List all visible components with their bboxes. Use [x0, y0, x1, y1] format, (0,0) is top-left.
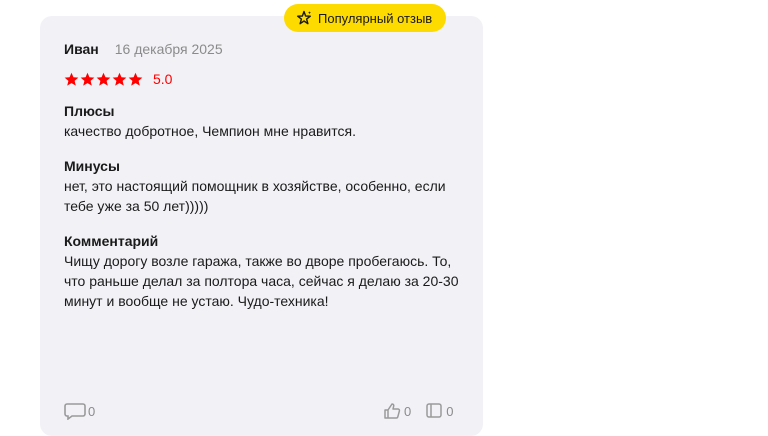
- cons-text-line: тебе уже за 50 лет))))): [64, 198, 209, 214]
- thumbs-down-icon: [426, 403, 442, 418]
- review-votes: 0 0: [383, 402, 453, 420]
- comment-heading: Комментарий: [64, 233, 159, 249]
- star-icon: [112, 72, 127, 86]
- likes-count: 0: [404, 403, 412, 419]
- rating-stars: 5.0: [64, 71, 172, 87]
- cons-text-line: нет, это настоящий помощник в хозяйстве,…: [64, 178, 446, 194]
- review-date: 16 декабря 2025: [114, 41, 223, 57]
- thumbs-up-icon: [384, 403, 401, 419]
- star-icon: [128, 72, 143, 86]
- like-button[interactable]: 0: [383, 402, 411, 420]
- comment-bubble-icon: [64, 403, 86, 420]
- popular-review-badge: Популярный отзыв: [284, 4, 447, 32]
- dislikes-count: 0: [446, 403, 454, 419]
- comment-text-line: минут и вообще не устаю. Чудо-техника!: [64, 293, 329, 309]
- comment-text-line: Чищу дорогу возле гаража, также во дворе…: [64, 253, 452, 269]
- comment-section: Комментарий Чищу дорогу возле гаража, та…: [64, 231, 464, 311]
- cons-heading: Минусы: [64, 158, 120, 174]
- dislike-button[interactable]: 0: [425, 402, 453, 420]
- review-meta: Иван 16 декабря 2025: [64, 41, 223, 57]
- comments-count: 0: [88, 403, 96, 419]
- rating-value: 5.0: [153, 71, 173, 87]
- star-icon: [80, 72, 95, 86]
- badge-label: Популярный отзыв: [318, 10, 433, 26]
- pros-text: качество добротное, Чемпион мне нравится…: [64, 123, 356, 139]
- pros-heading: Плюсы: [64, 103, 115, 119]
- pros-section: Плюсы качество добротное, Чемпион мне нр…: [64, 101, 464, 141]
- star-icon: [64, 72, 79, 86]
- comments-button[interactable]: 0: [64, 402, 95, 420]
- sparkle-star-icon: [297, 10, 311, 25]
- comment-text-line: что раньше делал за полтора часа, сейчас…: [64, 273, 459, 289]
- cons-section: Минусы нет, это настоящий помощник в хоз…: [64, 156, 464, 216]
- star-icon: [96, 72, 111, 86]
- author-name[interactable]: Иван: [64, 41, 99, 57]
